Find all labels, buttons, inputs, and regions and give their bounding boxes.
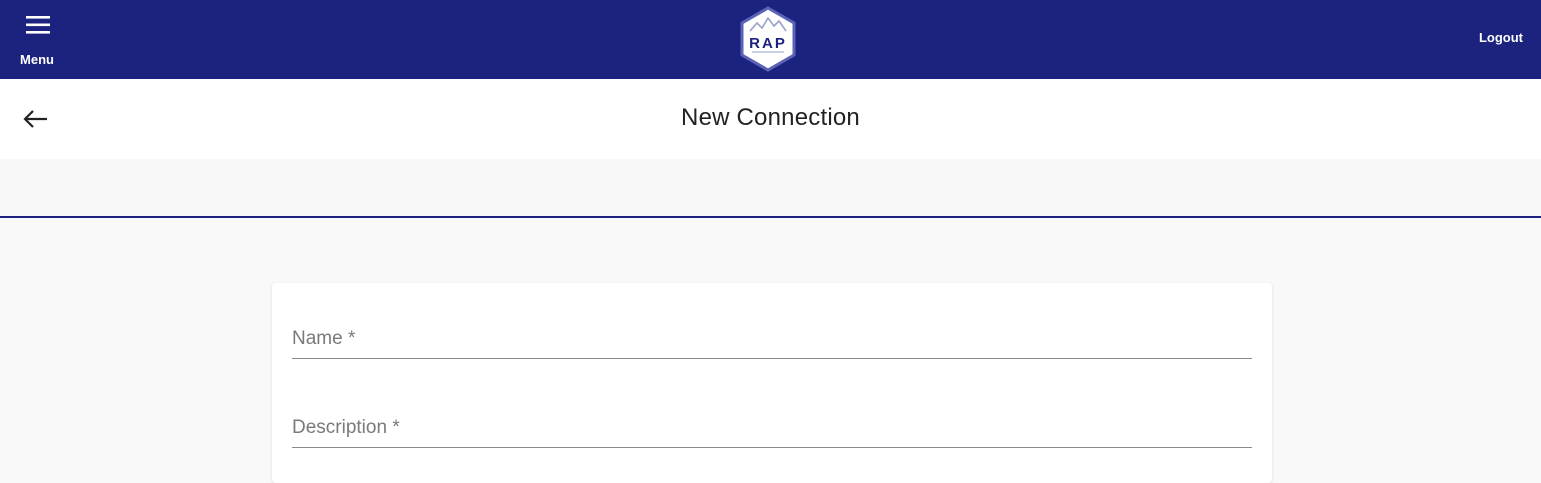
name-input[interactable] bbox=[292, 318, 1252, 356]
rap-logo[interactable]: RAP bbox=[739, 6, 797, 72]
hamburger-menu-icon bbox=[26, 16, 50, 34]
menu-button[interactable]: Menu bbox=[14, 12, 60, 72]
name-field[interactable]: Name * bbox=[292, 318, 1252, 359]
logout-button[interactable]: Logout bbox=[1479, 30, 1523, 45]
toolbar-band bbox=[0, 159, 1541, 218]
page-title-bar: New Connection bbox=[0, 79, 1541, 159]
page-title: New Connection bbox=[681, 104, 860, 131]
description-field[interactable]: Description * bbox=[292, 407, 1252, 448]
connection-form-card: Name * Description * bbox=[272, 283, 1272, 483]
logo-text: RAP bbox=[749, 35, 787, 52]
description-input[interactable] bbox=[292, 407, 1252, 445]
menu-label: Menu bbox=[20, 52, 54, 67]
top-app-bar: Menu RAP Logout bbox=[0, 0, 1541, 79]
